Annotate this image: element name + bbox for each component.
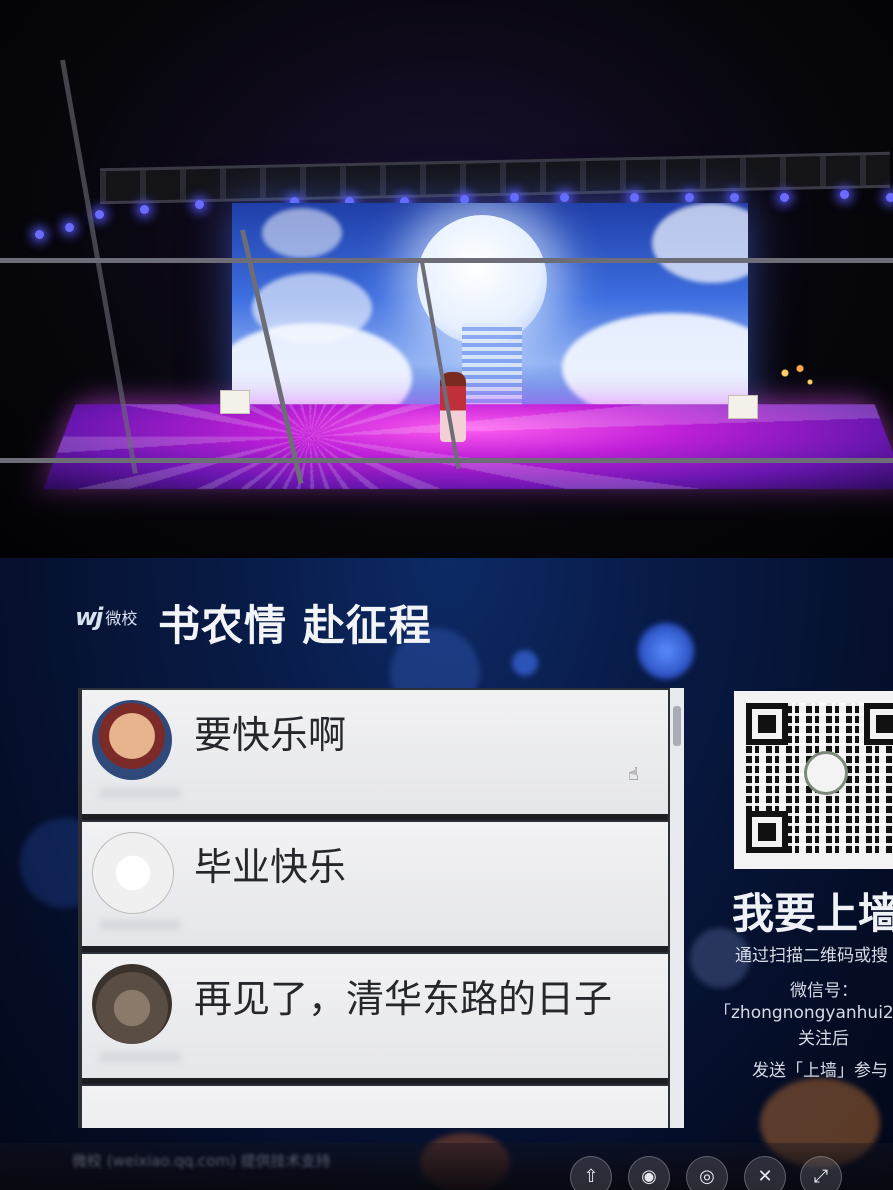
user-name-blurred [100, 920, 180, 930]
weixiao-logo-mark: wj [75, 603, 103, 631]
wechat-id: 「zhongnongyanhui2 [714, 1003, 893, 1023]
message-card: 再见了，清华东路的日子 [82, 954, 668, 1084]
scrollbar-thumb[interactable] [673, 706, 681, 746]
user-avatar [92, 964, 172, 1044]
user-name-blurred [100, 788, 180, 798]
send-instruction: 发送「上墙」参与 [752, 1061, 888, 1081]
message-card-partial [82, 1086, 668, 1128]
fullscreen-icon[interactable]: ⤢ [800, 1156, 842, 1190]
control-icon[interactable]: ◉ [628, 1156, 670, 1190]
user-name-blurred [100, 1052, 180, 1062]
event-title: 书农情 赴征程 [158, 601, 432, 650]
weixiao-brand-name: 微校 [105, 609, 138, 628]
message-list-scrollbar[interactable] [670, 688, 684, 1128]
message-text: 要快乐啊 [194, 713, 347, 757]
stairs [462, 323, 522, 416]
message-text: 毕业快乐 [194, 845, 347, 889]
stage-lamps [770, 355, 820, 400]
qr-logo-icon [804, 751, 848, 795]
control-icon[interactable]: ✕ [744, 1156, 786, 1190]
message-list[interactable]: 要快乐啊 ☝ 毕业快乐 再见了，清华东路的日子 [78, 688, 684, 1128]
wechat-wall-screen: wj 微校 书农情 赴征程 要快乐啊 ☝ 毕业快乐 再见了，清华东路的日子 我要… [0, 558, 893, 1190]
scan-instruction: 通过扫描二维码或搜 [735, 946, 888, 966]
wall-call-to-action: 我要上墙 [732, 889, 893, 938]
control-icon[interactable]: ◎ [686, 1156, 728, 1190]
stage-photo [0, 0, 893, 560]
user-avatar [92, 832, 174, 914]
message-card: 毕业快乐 [82, 822, 668, 952]
upload-icon[interactable]: ⇧ [570, 1156, 612, 1190]
weixiao-logo: wj 微校 [75, 603, 137, 631]
footer-credit: 微校 (weixiao.qq.com) 提供技术支持 [72, 1152, 331, 1170]
qr-code [734, 691, 893, 869]
follow-text: 关注后 [798, 1029, 849, 1049]
led-backdrop-screen [232, 203, 748, 416]
stage-floor [43, 404, 893, 489]
message-text: 再见了，清华东路的日子 [194, 977, 613, 1021]
user-avatar [92, 700, 172, 780]
hand-cursor-icon: ☝ [628, 764, 639, 785]
message-card: 要快乐啊 ☝ [82, 690, 668, 820]
